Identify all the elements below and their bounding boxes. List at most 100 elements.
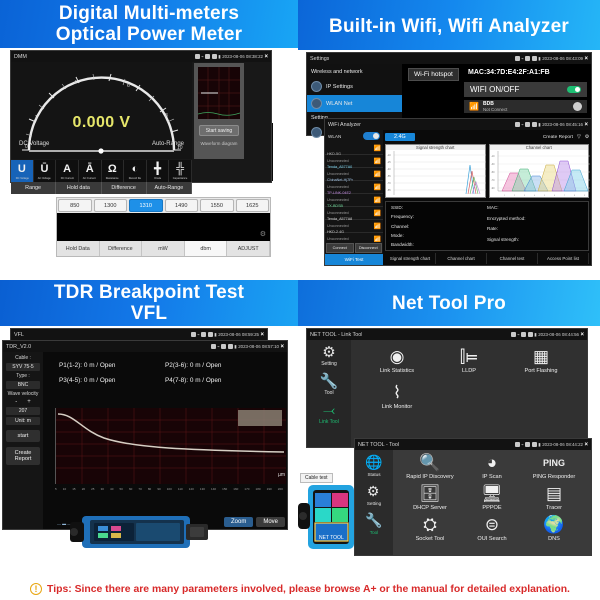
ping-responder-button[interactable]: PING PING Responder bbox=[523, 454, 585, 480]
cable-test-label[interactable]: Cable test bbox=[300, 473, 333, 483]
tdr-status-icons: ⌁ ▮ 2023-08-06 08:57:10 × bbox=[210, 344, 284, 350]
tdr-main: P1(1-2): 0 m / Open P2(3-6): 0 m / Open … bbox=[43, 352, 287, 529]
battery-icon: ▮ bbox=[218, 53, 221, 59]
wlan-toggle-switch[interactable] bbox=[363, 132, 380, 140]
wifi-onoff-row[interactable]: WIFI ON/OFF bbox=[464, 82, 587, 97]
wrench-icon: 🔧 bbox=[365, 512, 383, 528]
opm-wavelength-1550[interactable]: 1550 bbox=[200, 199, 234, 212]
tab-channel-chart[interactable]: Channel chart bbox=[436, 253, 487, 264]
port-flashing-button[interactable]: ▦ Port Flashing bbox=[505, 348, 577, 375]
svg-text:-50: -50 bbox=[491, 171, 495, 174]
link-statistics-icon: ◉ bbox=[389, 347, 405, 366]
opm-adjust-button[interactable]: ADJUST bbox=[227, 241, 270, 256]
wifi-test-button[interactable]: WiFi Test bbox=[325, 254, 383, 265]
tdr-type-label: Type : bbox=[16, 373, 30, 379]
dmm-auto-range-button[interactable]: Auto-Range bbox=[147, 182, 192, 194]
tool-label: Socket Tool bbox=[415, 536, 445, 542]
close-icon[interactable]: × bbox=[280, 344, 284, 350]
dmm-mode-ac-voltage[interactable]: Ū AC Voltage bbox=[34, 160, 57, 182]
tdr-type-value[interactable]: BNC bbox=[6, 381, 40, 389]
sidebar-item-status[interactable]: 🌐 Status bbox=[365, 454, 382, 477]
connect-button[interactable]: Connect bbox=[326, 243, 354, 253]
oui-search-button[interactable]: ⊜ OUI Search bbox=[461, 516, 523, 543]
wifi-hotspot-tab[interactable]: Wi-Fi hotspot bbox=[408, 68, 459, 81]
opm-hold-data-button[interactable]: Hold Data bbox=[57, 241, 100, 256]
pppoe-button[interactable]: 🖥 PPPOE bbox=[461, 485, 523, 512]
tdr-cable-value[interactable]: SYV 75-5 bbox=[6, 363, 40, 371]
dmm-mode-dc-current[interactable]: A DC Current bbox=[56, 160, 79, 182]
dmm-difference-button[interactable]: Difference bbox=[102, 182, 147, 194]
ssid-actions[interactable] bbox=[573, 102, 582, 111]
opm-wavelength-1310[interactable]: 1310 bbox=[129, 199, 163, 212]
sidebar-item-ip-settings[interactable]: IP Settings bbox=[307, 78, 402, 95]
dmm-mode-diode[interactable]: ╋ Diode bbox=[147, 160, 170, 182]
access-point-list[interactable]: CCTVUnconnected 📶 HKD-5GUnconnected 📶 Te… bbox=[325, 142, 383, 242]
wifi-toggle-switch[interactable] bbox=[567, 86, 581, 93]
tab-signal-strength-chart[interactable]: Signal strength chart bbox=[385, 253, 436, 264]
opm-wavelength-1490[interactable]: 1490 bbox=[164, 199, 198, 212]
gear-icon[interactable]: ⚙ bbox=[260, 230, 266, 238]
disconnect-button[interactable]: Disconnect bbox=[354, 243, 382, 253]
ssid-row[interactable]: 📶 BDB Not Connect bbox=[464, 100, 587, 113]
tdr-velocity-value[interactable]: 207 bbox=[6, 407, 40, 415]
create-report-button[interactable]: Create Report bbox=[543, 135, 573, 140]
tracer-button[interactable]: ▤ Tracer bbox=[523, 485, 585, 512]
dmm-mode-resistance[interactable]: Ω Resistance bbox=[102, 160, 125, 182]
opm-difference-button[interactable]: Difference bbox=[100, 241, 143, 256]
dmm-window-title: DMM bbox=[14, 53, 27, 60]
dns-button[interactable]: 🌍 DNS bbox=[523, 516, 585, 543]
tdr-velocity-plus-button[interactable]: + bbox=[27, 399, 31, 405]
socket-tool-button[interactable]: ⛭ Socket Tool bbox=[399, 516, 461, 543]
sidebar-item-setting[interactable]: ⚙ Setting bbox=[321, 345, 337, 367]
banner-dmm-line2: Optical Power Meter bbox=[55, 24, 243, 45]
wlan-switch-row[interactable]: WLAN bbox=[325, 130, 383, 142]
opm-wavelength-850[interactable]: 850 bbox=[58, 199, 92, 212]
opm-wavelength-1300[interactable]: 1300 bbox=[93, 199, 127, 212]
axis-tick: 160 bbox=[233, 487, 239, 491]
opm-mw-button[interactable]: mW bbox=[142, 241, 185, 256]
tab-access-point-list[interactable]: Access Point list bbox=[538, 253, 589, 264]
opm-dbm-button[interactable]: dbm bbox=[184, 241, 228, 256]
close-icon[interactable]: × bbox=[584, 442, 588, 448]
tdr-velocity-minus-button[interactable]: - bbox=[15, 399, 17, 405]
tdr-zoom-button[interactable]: Zoom bbox=[223, 517, 254, 527]
ssid-info-icon[interactable] bbox=[573, 102, 582, 111]
tab-channel-test[interactable]: Channel test bbox=[487, 253, 538, 264]
close-icon[interactable]: × bbox=[580, 332, 584, 338]
dmm-mode-ac-current[interactable]: Ā AC Current bbox=[79, 160, 102, 182]
dmm-mode-dc-voltage[interactable]: U DC Voltage bbox=[11, 160, 34, 182]
link-statistics-button[interactable]: ◉ Link Statistics bbox=[361, 347, 433, 375]
opm-button-row: Hold Data Difference mW dbm ADJUST bbox=[57, 241, 270, 256]
tdr-velocity-label: Wave velocity bbox=[7, 391, 39, 397]
dmm-start-saving-button[interactable]: Start saving bbox=[199, 125, 239, 136]
sidebar-item-link-tool[interactable]: ⤙ Link Tool bbox=[319, 403, 339, 425]
sidebar-item-wlan-net[interactable]: WLAN Net bbox=[307, 95, 402, 112]
sidebar-item-tool[interactable]: 🔧 Tool bbox=[320, 374, 339, 396]
dmm-mode-capacitance[interactable]: ╬ Capacitance bbox=[169, 160, 192, 182]
sidebar-item-tool[interactable]: 🔧 Tool bbox=[365, 512, 382, 535]
dmm-mode-glyph: ◐ bbox=[131, 162, 139, 175]
rapid-ip-discovery-button[interactable]: 🔍 Rapid IP Discovery bbox=[399, 454, 461, 481]
tdr-start-button[interactable]: start bbox=[6, 430, 40, 442]
tdr-create-report-button[interactable]: Create Report bbox=[6, 447, 40, 465]
filter-icon[interactable]: ▽ bbox=[577, 135, 581, 140]
close-icon[interactable]: × bbox=[264, 54, 268, 60]
close-icon[interactable]: × bbox=[584, 122, 588, 128]
link-monitor-button[interactable]: ⌇ Link Monitor bbox=[361, 384, 433, 411]
close-icon[interactable]: × bbox=[260, 332, 264, 338]
dmm-mode-record-file[interactable]: ◐ Record file bbox=[124, 160, 147, 182]
dhcp-server-button[interactable]: 🗄 DHCP Server bbox=[399, 485, 461, 512]
dmm-range-button[interactable]: Range bbox=[11, 182, 57, 194]
dmm-hold-data-button[interactable]: Hold data bbox=[56, 182, 102, 194]
gear-icon[interactable]: ⚙ bbox=[585, 135, 589, 140]
opm-wavelength-1625[interactable]: 1625 bbox=[235, 199, 269, 212]
ip-scan-button[interactable]: ◕ IP Scan bbox=[461, 454, 523, 481]
banner-wifi: Built-in Wifi, Wifi Analyzer bbox=[298, 0, 600, 50]
tdr-move-button[interactable]: Move bbox=[256, 517, 285, 527]
close-icon[interactable]: × bbox=[584, 56, 588, 62]
lldp-button[interactable]: ⫿⊨ LLDP bbox=[433, 348, 505, 375]
band-selector-2g4[interactable]: 2.4G bbox=[385, 133, 415, 141]
sidebar-item-setting[interactable]: ⚙ Setting bbox=[367, 483, 381, 506]
net-tool-tool-main: 🔍 Rapid IP Discovery ◕ IP Scan PING PING… bbox=[393, 450, 591, 555]
tdr-unit-value[interactable]: Unit: m bbox=[6, 417, 40, 425]
